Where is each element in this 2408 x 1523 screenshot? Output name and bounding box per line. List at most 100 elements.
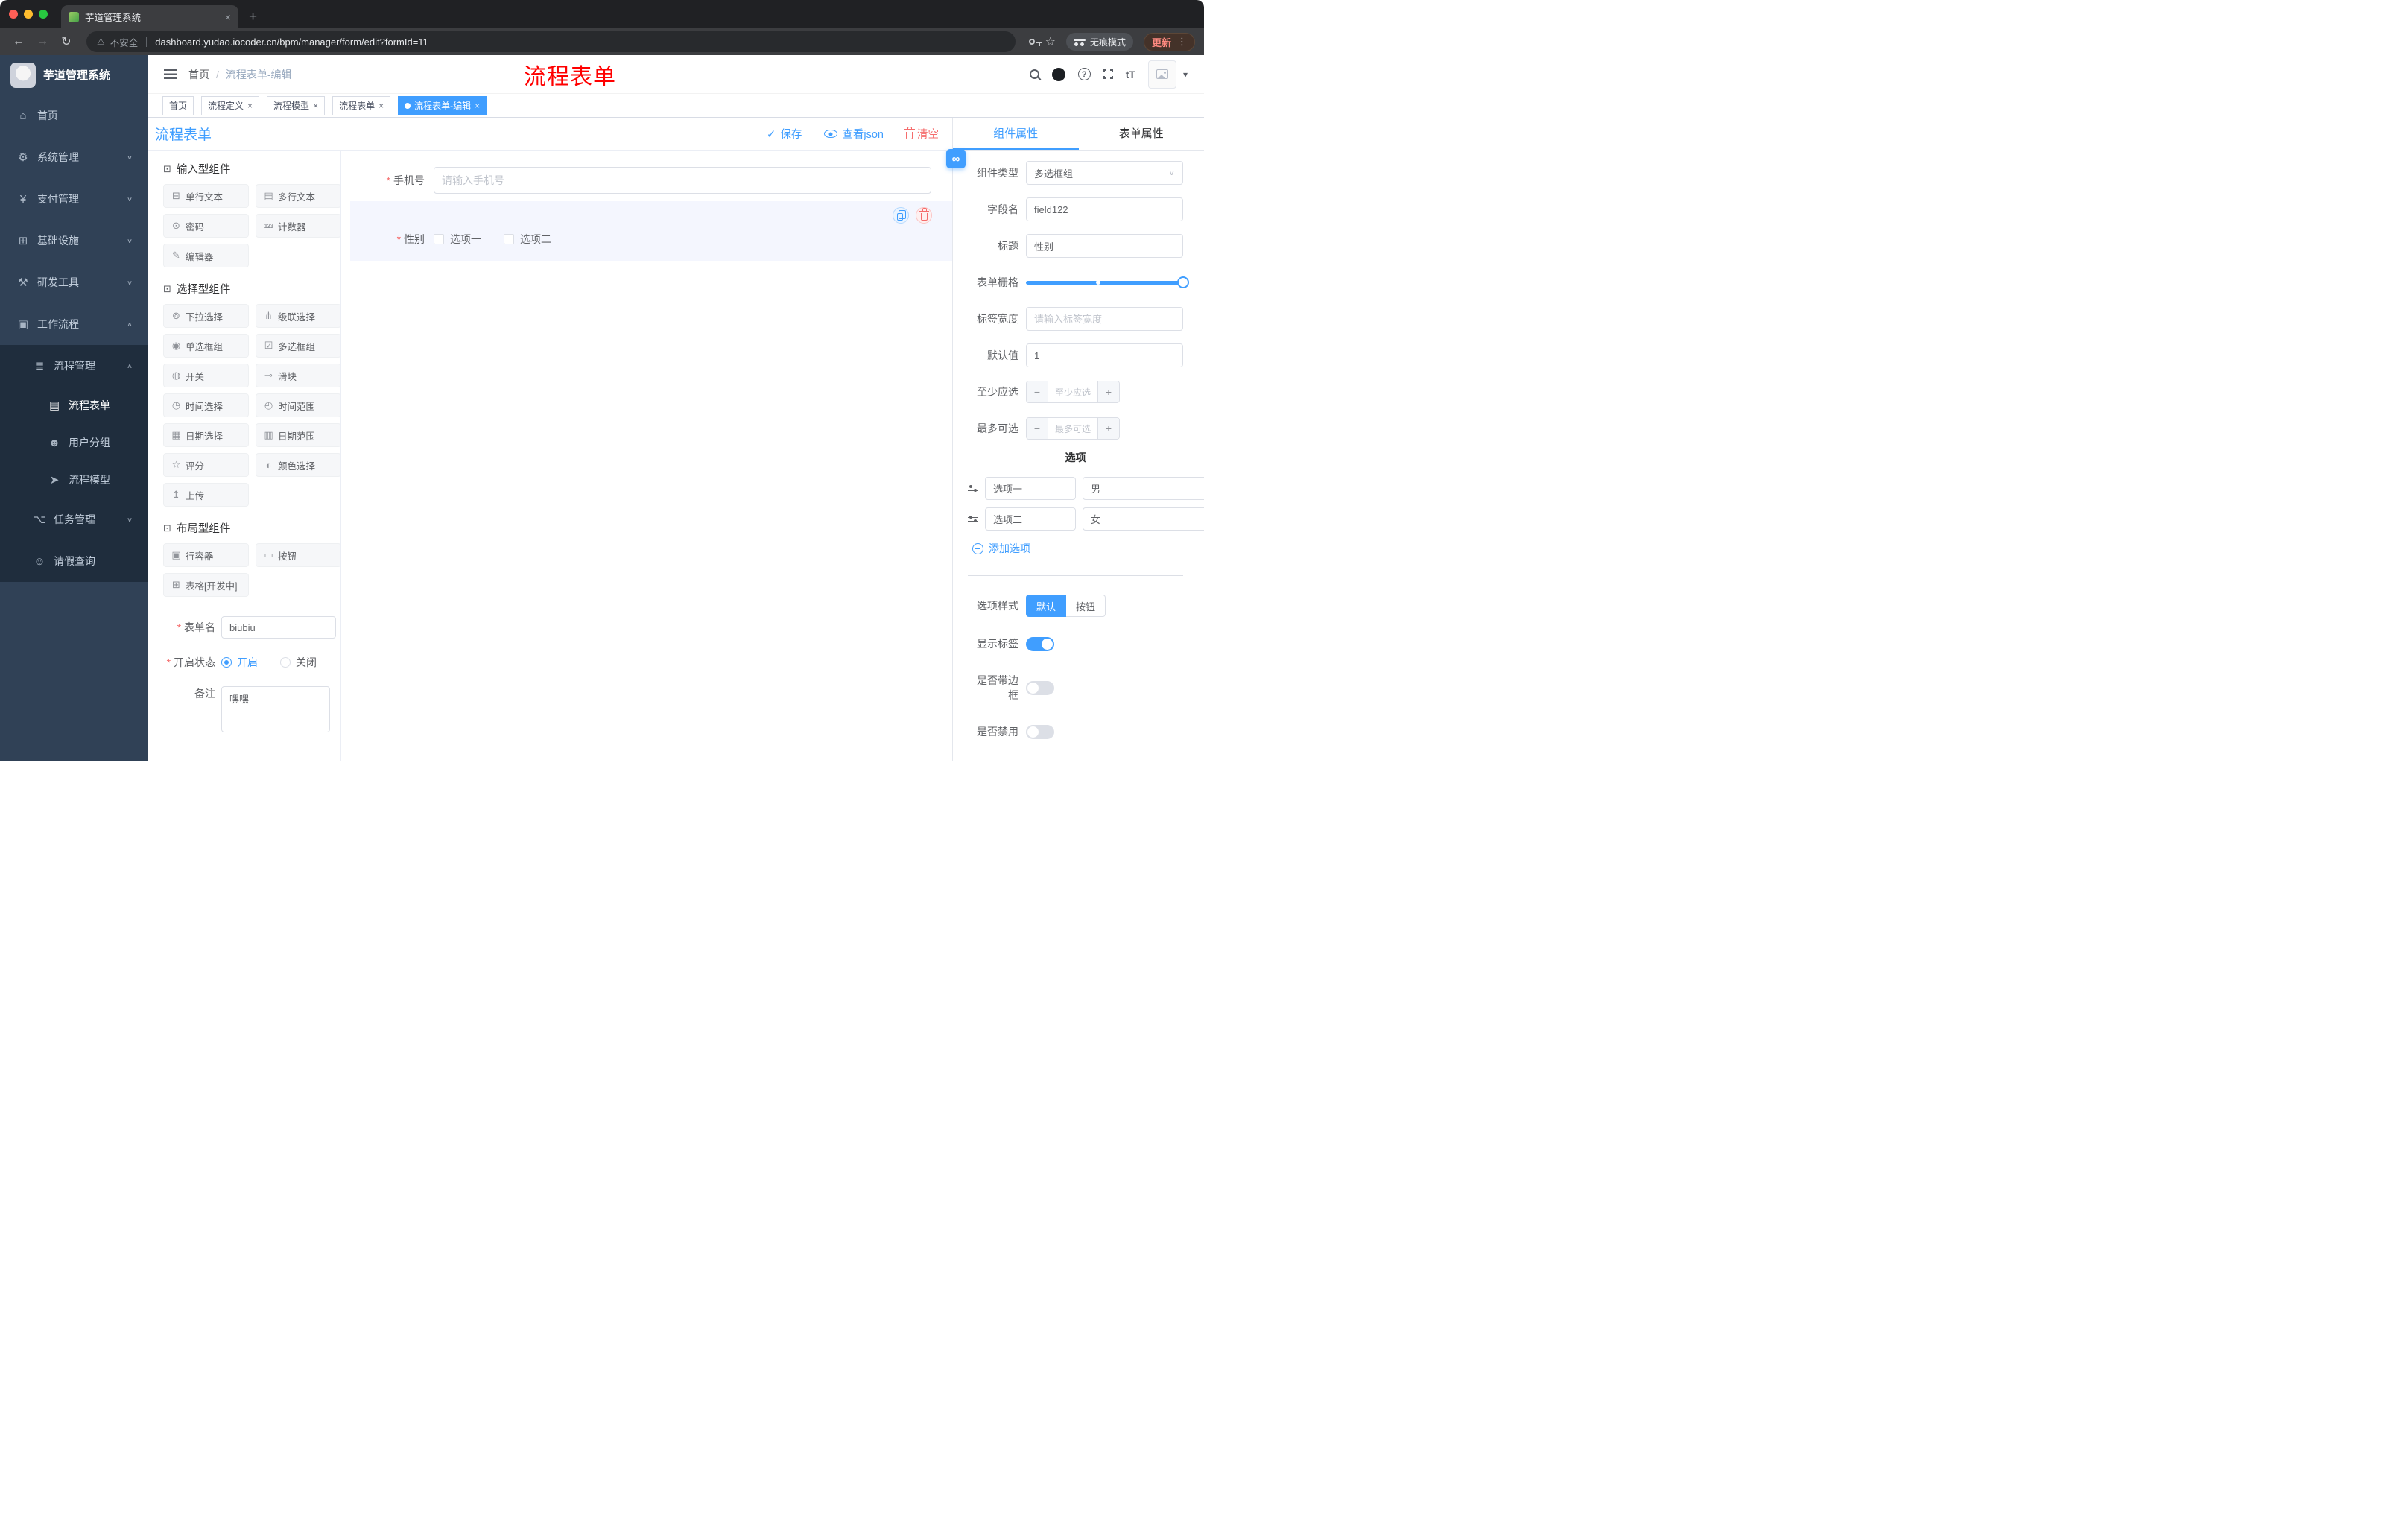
copy-field-button[interactable]: [893, 207, 909, 224]
palette-item[interactable]: ⊞ 表格[开发中]: [163, 573, 249, 597]
fullscreen-icon[interactable]: [1102, 69, 1114, 80]
sidebar-item[interactable]: ☻ 用户分组: [0, 424, 148, 461]
canvas-field-gender-selected[interactable]: 性别 选项一 选项二: [350, 201, 952, 261]
palette-item[interactable]: ◴ 时间范围: [256, 393, 340, 417]
palette-item[interactable]: ◍ 开关: [163, 364, 249, 387]
sidebar-item[interactable]: ⌂ 首页: [0, 95, 148, 136]
tab-close-icon[interactable]: ×: [225, 11, 231, 23]
reload-button[interactable]: ↻: [57, 34, 76, 49]
status-off-radio[interactable]: 关闭: [280, 655, 317, 670]
canvas-field-phone[interactable]: 手机号: [350, 165, 937, 195]
browser-menu-icon[interactable]: ⋮: [1177, 36, 1187, 48]
toggle-switch[interactable]: [1026, 680, 1054, 695]
zoom-window-button[interactable]: [39, 10, 48, 19]
palette-item[interactable]: ◷ 时间选择: [163, 393, 249, 417]
palette-item[interactable]: ⊙ 密码: [163, 214, 249, 238]
help-icon[interactable]: ?: [1077, 68, 1091, 80]
drag-handle-icon[interactable]: [968, 515, 978, 524]
avatar[interactable]: [1147, 60, 1176, 89]
sidebar-item[interactable]: ⊞ 基础设施 ∨: [0, 220, 148, 262]
palette-item[interactable]: ✎ 编辑器: [163, 244, 249, 267]
field-name-input[interactable]: [1026, 197, 1183, 221]
palette-item[interactable]: ▦ 日期选择: [163, 423, 249, 447]
component-type-select[interactable]: 多选框组 ∨: [1026, 161, 1183, 185]
github-icon[interactable]: [1051, 67, 1065, 81]
new-tab-button[interactable]: +: [249, 9, 257, 25]
palette-item[interactable]: ⊟ 单行文本: [163, 184, 249, 208]
max-select-value[interactable]: 最多可选: [1048, 418, 1098, 439]
tag-tab[interactable]: 流程定义 ×: [201, 95, 260, 115]
sidebar-item[interactable]: ▤ 流程表单: [0, 387, 148, 424]
status-on-radio[interactable]: 开启: [221, 655, 258, 670]
sidebar-item[interactable]: ➤ 流程模型: [0, 461, 148, 498]
palette-item[interactable]: ▣ 行容器: [163, 543, 249, 567]
palette-item[interactable]: ◐ 颜色选择: [256, 453, 340, 477]
add-option-button[interactable]: 添加选项: [972, 541, 1183, 556]
style-button-button[interactable]: 按钮: [1066, 595, 1106, 617]
forward-button[interactable]: →: [33, 35, 52, 48]
min-select-value[interactable]: 至少应选: [1048, 381, 1098, 402]
bookmark-star-icon[interactable]: ☆: [1045, 34, 1056, 49]
palette-item[interactable]: 123 计数器: [256, 214, 340, 238]
caret-down-icon[interactable]: ▾: [1183, 69, 1188, 80]
view-json-button[interactable]: 查看json: [824, 126, 884, 142]
font-size-icon[interactable]: tT: [1126, 69, 1135, 80]
clear-button[interactable]: 清空: [904, 126, 939, 142]
style-default-button[interactable]: 默认: [1026, 595, 1067, 617]
minimize-window-button[interactable]: [24, 10, 33, 19]
option-label-input[interactable]: [985, 507, 1076, 531]
sidebar-item[interactable]: ⌥ 任务管理 ∨: [0, 498, 148, 540]
sidebar-item[interactable]: ☺ 请假查询: [0, 540, 148, 582]
sidebar-item[interactable]: ⚒ 研发工具 ∨: [0, 262, 148, 303]
form-name-input[interactable]: [221, 616, 336, 639]
delete-field-button[interactable]: [916, 207, 932, 224]
tag-close-icon[interactable]: ×: [247, 101, 253, 110]
palette-item[interactable]: ▤ 多行文本: [256, 184, 340, 208]
decrease-button[interactable]: −: [1027, 381, 1048, 402]
close-window-button[interactable]: [9, 10, 18, 19]
drag-handle-icon[interactable]: [968, 484, 978, 493]
palette-item[interactable]: ↥ 上传: [163, 483, 249, 507]
gender-option2-checkbox[interactable]: 选项二: [504, 232, 551, 247]
palette-item[interactable]: ▭ 按钮: [256, 543, 340, 567]
palette-item[interactable]: ☆ 评分: [163, 453, 249, 477]
update-button[interactable]: 更新 ⋮: [1143, 32, 1195, 51]
phone-input[interactable]: [434, 167, 931, 194]
sidebar-item[interactable]: ▣ 工作流程 ∧: [0, 303, 148, 345]
palette-item[interactable]: ▥ 日期范围: [256, 423, 340, 447]
gender-option1-checkbox[interactable]: 选项一: [434, 232, 481, 247]
toggle-switch[interactable]: [1026, 636, 1054, 651]
back-button[interactable]: ←: [9, 35, 28, 48]
tag-close-icon[interactable]: ×: [313, 101, 318, 110]
sidebar-item[interactable]: ¥ 支付管理 ∨: [0, 178, 148, 220]
tag-close-icon[interactable]: ×: [378, 101, 384, 110]
palette-item[interactable]: ⋔ 级联选择: [256, 304, 340, 328]
palette-item[interactable]: ⊚ 下拉选择: [163, 304, 249, 328]
tag-tab[interactable]: 流程表单-编辑 ×: [398, 95, 487, 115]
hamburger-icon[interactable]: [164, 69, 177, 79]
link-icon[interactable]: ∞: [946, 149, 966, 168]
password-key-icon[interactable]: [1028, 39, 1042, 46]
toggle-switch[interactable]: [1026, 724, 1054, 739]
palette-item[interactable]: ⊸ 滑块: [256, 364, 340, 387]
sidebar-item[interactable]: ⚙ 系统管理 ∨: [0, 136, 148, 178]
default-value-input[interactable]: [1026, 343, 1183, 367]
tag-tab[interactable]: 流程表单 ×: [332, 95, 391, 115]
decrease-button[interactable]: −: [1027, 418, 1048, 439]
form-remark-textarea[interactable]: 嘿嘿: [221, 686, 330, 732]
label-width-input[interactable]: [1026, 307, 1183, 331]
option-value-input[interactable]: [1083, 507, 1204, 531]
tag-tab[interactable]: 首页: [162, 95, 194, 115]
increase-button[interactable]: +: [1098, 418, 1119, 439]
title-input[interactable]: [1026, 234, 1183, 258]
increase-button[interactable]: +: [1098, 381, 1119, 402]
sidebar-item[interactable]: ≣ 流程管理 ∧: [0, 345, 148, 387]
tab-form-props[interactable]: 表单属性: [1079, 118, 1205, 150]
tag-close-icon[interactable]: ×: [475, 101, 480, 110]
palette-item[interactable]: ◉ 单选框组: [163, 334, 249, 358]
palette-item[interactable]: ☑ 多选框组: [256, 334, 340, 358]
save-button[interactable]: ✓ 保存: [767, 126, 802, 142]
option-value-input[interactable]: [1083, 477, 1204, 500]
search-icon[interactable]: [1029, 69, 1039, 79]
address-bar[interactable]: ⚠ 不安全 dashboard.yudao.iocoder.cn/bpm/man…: [86, 31, 1016, 52]
